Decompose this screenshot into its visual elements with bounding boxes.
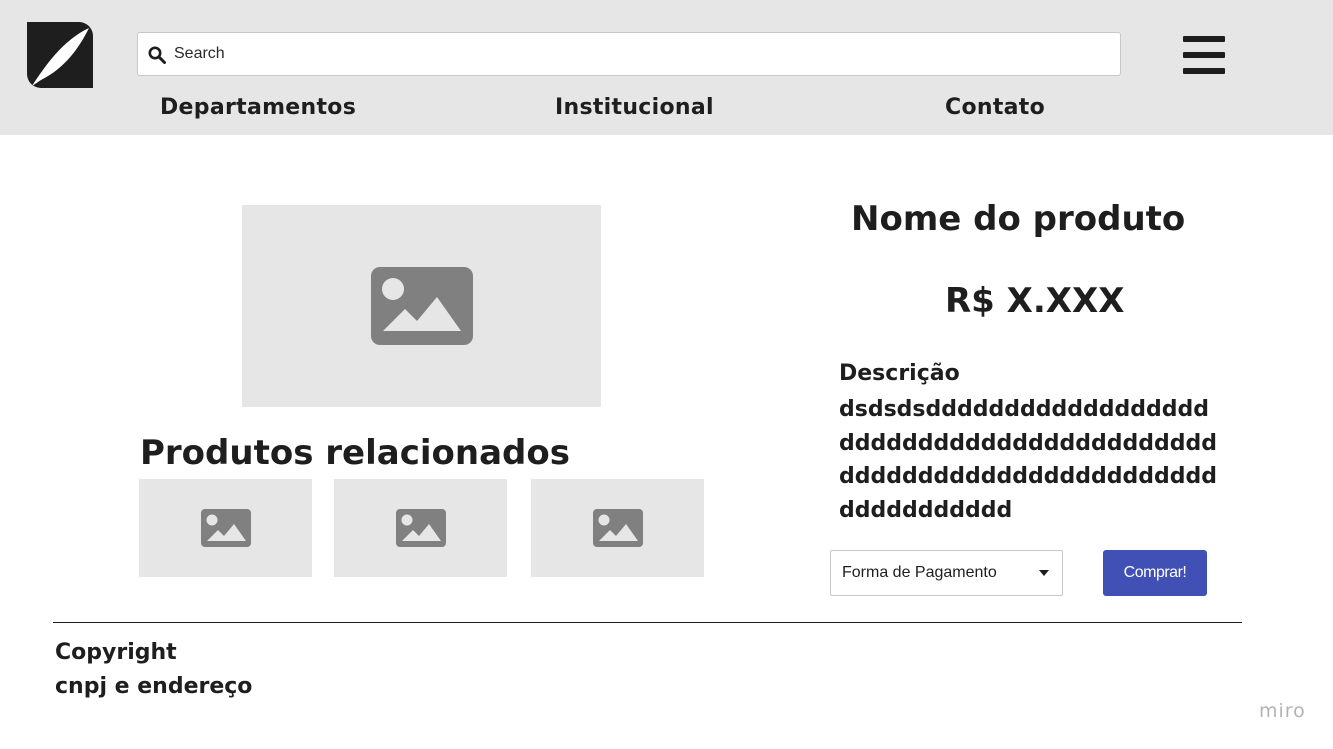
related-product-3[interactable] (531, 479, 704, 577)
image-placeholder-icon (592, 509, 643, 547)
footer-divider (53, 622, 1242, 623)
payment-method-label: Forma de Pagamento (842, 564, 997, 581)
search-input[interactable] (174, 33, 1104, 75)
description-title: Descrição (839, 361, 960, 386)
related-products-title: Produtos relacionados (140, 433, 570, 473)
miro-watermark: miro (1259, 700, 1306, 722)
chevron-down-icon (1039, 570, 1049, 576)
description-text: dsdsdsdddddddddddddddddddddddddddddddddd… (839, 397, 1217, 523)
related-product-1[interactable] (139, 479, 312, 577)
image-placeholder-icon (370, 267, 473, 345)
image-placeholder-icon (200, 509, 251, 547)
payment-method-select[interactable]: Forma de Pagamento (830, 550, 1063, 596)
product-image (242, 205, 601, 407)
image-placeholder-icon (395, 509, 446, 547)
search-icon (148, 46, 166, 64)
header: Departamentos Institucional Contato (0, 0, 1333, 135)
buy-button[interactable]: Comprar! (1103, 550, 1207, 596)
search-bar[interactable] (137, 32, 1121, 76)
product-price: R$ X.XXX (945, 281, 1125, 321)
footer-company-info: cnpj e endereço (55, 674, 253, 699)
related-product-2[interactable] (334, 479, 507, 577)
hamburger-menu-icon[interactable] (1183, 35, 1227, 75)
nav-item-contato[interactable]: Contato (945, 95, 1045, 120)
quill-icon[interactable] (27, 22, 93, 88)
product-name: Nome do produto (851, 199, 1186, 239)
footer-copyright: Copyright (55, 640, 177, 665)
nav-item-departamentos[interactable]: Departamentos (160, 95, 356, 120)
nav-item-institucional[interactable]: Institucional (555, 95, 714, 120)
